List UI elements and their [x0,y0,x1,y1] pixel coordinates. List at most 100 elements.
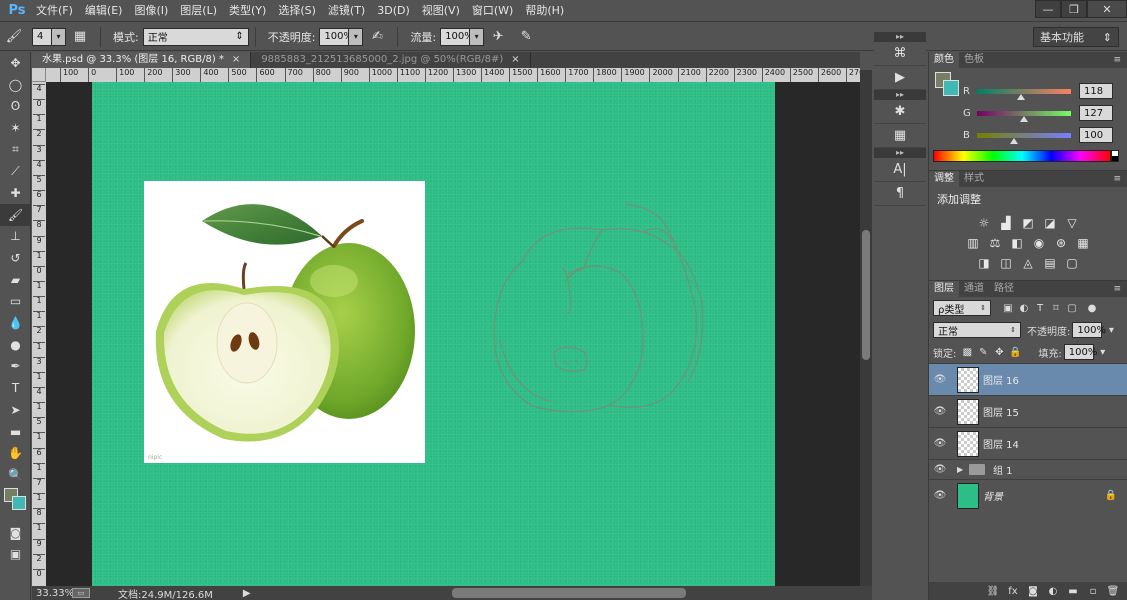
vibrance-icon[interactable]: ▽ [1064,215,1080,231]
filter-type-icon[interactable]: T [1033,300,1047,316]
document-info[interactable]: 文档:24.9M/126.6M [118,586,213,600]
filter-adjustment-icon[interactable]: ◐ [1017,300,1031,316]
photo-filter-icon[interactable]: ◉ [1031,235,1047,251]
visibility-eye-icon[interactable]: 👁 [929,464,951,475]
new-adjustment-layer-icon[interactable]: ◐ [1046,584,1060,598]
layer-opacity-field[interactable]: 100% [1072,322,1106,338]
selective-color-icon[interactable]: ▢ [1064,255,1080,271]
brush-tool-preset-icon[interactable]: 🖌 [3,26,25,48]
horizontal-ruler[interactable]: 100 0 100 200 300 400 500 600 700 800 900 1000 1100 1… [46,68,860,82]
zoom-tool-icon[interactable]: 🔍 [0,464,31,486]
paragraph-panel-icon[interactable]: ¶ [874,182,926,206]
layer-group-row[interactable]: 👁 ▶ 组 1 [929,459,1127,479]
menu-type[interactable]: 类型(Y) [223,0,272,22]
exposure-icon[interactable]: ◪ [1042,215,1058,231]
layer-kind-filter[interactable]: ρ类型 ⇕ [933,300,991,316]
black-white-icon[interactable]: ◧ [1009,235,1025,251]
actions-panel-icon[interactable]: ▶ [874,66,926,90]
green-slider-track[interactable] [977,110,1071,122]
brush-panel-toggle-icon[interactable]: ▦ [69,26,91,48]
dodge-tool-icon[interactable]: ● [0,334,31,356]
screen-mode-icon[interactable]: ▣ [0,543,31,565]
flow-dropdown-icon[interactable]: ▾ [470,27,485,46]
opacity-field[interactable]: 100% [319,27,353,46]
posterize-icon[interactable]: ◫ [998,255,1014,271]
menu-image[interactable]: 图像(I) [128,0,174,22]
panel-background-swatch[interactable] [943,80,959,96]
path-selection-tool-icon[interactable]: ➤ [0,399,31,421]
tab-channels[interactable]: 通道 [959,281,989,297]
status-menu-icon[interactable]: ▶ [243,588,251,599]
panel-menu-icon[interactable]: ≡ [1113,284,1121,294]
panel-menu-icon[interactable]: ≡ [1113,174,1121,184]
color-balance-icon[interactable]: ⚖ [987,235,1003,251]
brightness-contrast-icon[interactable]: ☼ [976,215,992,231]
panel-collapse-handle[interactable]: ▸▸ [874,90,926,100]
menu-edit[interactable]: 编辑(E) [79,0,129,22]
tab-styles[interactable]: 样式 [959,171,989,187]
new-layer-icon[interactable]: ▫ [1086,584,1100,598]
gradient-tool-icon[interactable]: ▭ [0,291,31,313]
link-layers-icon[interactable]: ⛓ [986,584,1000,598]
filter-pixel-icon[interactable]: ▣ [1001,300,1015,316]
invert-icon[interactable]: ◨ [976,255,992,271]
proof-icon[interactable]: ▭ [72,588,90,598]
black-white-ramp[interactable] [1111,150,1119,162]
fill-field[interactable]: 100% [1063,344,1097,360]
red-slider-track[interactable] [977,88,1071,100]
chevron-down-icon[interactable]: ▾ [1104,322,1118,338]
tab-layers[interactable]: 图层 [929,281,959,297]
pen-tool-icon[interactable]: ✒ [0,356,31,378]
color-lookup-icon[interactable]: ▦ [1075,235,1091,251]
brush-size-field[interactable]: 4 [32,27,52,46]
horizontal-scroll-thumb[interactable] [452,588,686,598]
menu-help[interactable]: 帮助(H) [519,0,570,22]
workspace-switcher[interactable]: 基本功能 ⇕ [1033,27,1119,47]
blue-value-field[interactable]: 100 [1079,127,1113,143]
lock-transparent-icon[interactable]: ▩ [960,344,974,360]
layer-row-background[interactable]: 👁 背景 🔒 [929,479,1127,511]
crop-tool-icon[interactable]: ⌗ [0,139,31,161]
layer-row-14[interactable]: 👁 图层 14 [929,427,1127,459]
tab-apple-jpg[interactable]: 9885883_212513685000_2.jpg @ 50%(RGB/8#)… [251,52,531,68]
quick-mask-icon[interactable]: ◙ [0,522,31,544]
lock-all-icon[interactable]: 🔒 [1008,344,1022,360]
magic-wand-tool-icon[interactable]: ✶ [0,117,31,139]
brush-tool-icon[interactable]: 🖌 [0,203,31,226]
menu-3d[interactable]: 3D(D) [371,0,416,22]
lock-position-icon[interactable]: ✥ [992,344,1006,360]
hue-saturation-icon[interactable]: ▥ [965,235,981,251]
history-brush-tool-icon[interactable]: ↺ [0,247,31,269]
color-spectrum-bar[interactable] [933,150,1111,162]
tab-swatches[interactable]: 色板 [959,52,989,68]
delete-layer-icon[interactable]: 🗑 [1106,584,1120,598]
layer-style-icon[interactable]: fx [1006,584,1020,598]
red-slider-knob[interactable] [1016,93,1025,100]
background-color-swatch[interactable] [12,495,26,510]
channel-mixer-icon[interactable]: ⊛ [1053,235,1069,251]
menu-view[interactable]: 视图(V) [416,0,466,22]
zoom-level[interactable]: 33.33% [32,588,74,599]
mode-select[interactable]: 正常 ⇕ [142,27,249,46]
visibility-eye-icon[interactable]: 👁 [929,374,951,385]
layer-row-16[interactable]: 👁 图层 16 [929,363,1127,395]
rectangle-tool-icon[interactable]: ▬ [0,421,31,443]
green-value-field[interactable]: 127 [1079,105,1113,121]
character-panel-icon[interactable]: A| [874,158,926,182]
vertical-ruler[interactable]: 401234567891011121314151617181920 [32,82,46,588]
close-button[interactable]: ✕ [1087,0,1127,18]
airbrush-icon[interactable]: ✈ [487,26,509,48]
ruler-origin[interactable] [32,68,46,82]
gradient-map-icon[interactable]: ▤ [1042,255,1058,271]
close-icon[interactable]: × [511,54,519,65]
filter-shape-icon[interactable]: ⌑ [1049,300,1063,316]
menu-window[interactable]: 窗口(W) [466,0,519,22]
panel-collapse-handle[interactable]: ▸▸ [874,32,926,42]
menu-filter[interactable]: 滤镜(T) [322,0,371,22]
history-panel-icon[interactable]: ⌘ [874,42,926,66]
threshold-icon[interactable]: ◬ [1020,255,1036,271]
blend-mode-select[interactable]: 正常 ⇕ [933,322,1021,338]
panel-collapse-handle[interactable]: ▸▸ [874,148,926,158]
canvas[interactable]: nipic [92,82,775,588]
visibility-eye-icon[interactable]: 👁 [929,438,951,449]
